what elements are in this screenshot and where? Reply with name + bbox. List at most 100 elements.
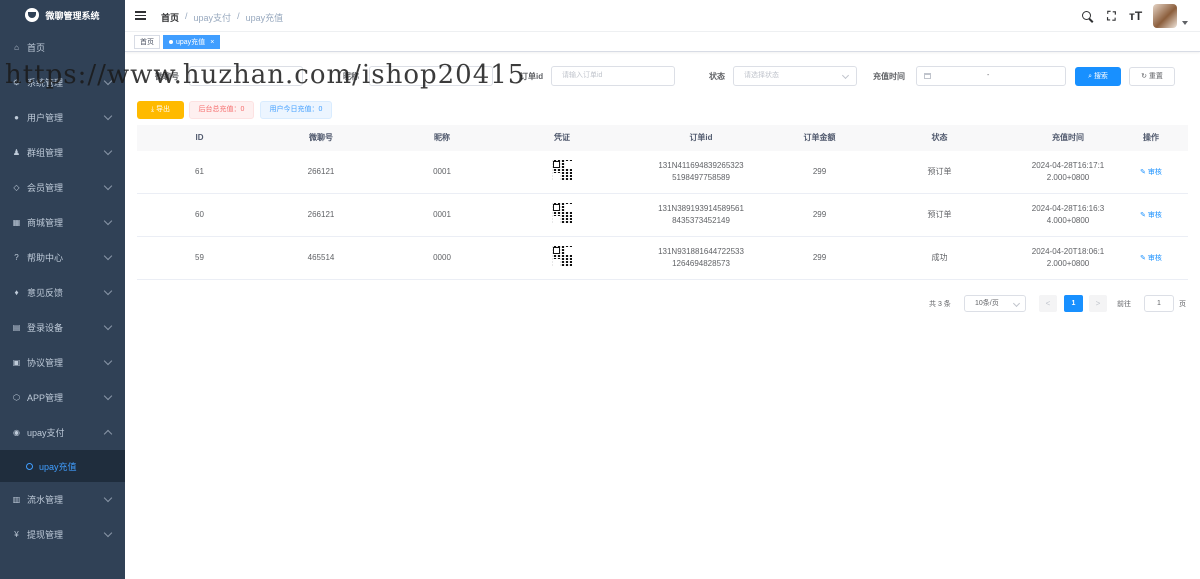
cell-time: 2024-04-28T16:16:3 4.000+0800 — [1022, 203, 1114, 227]
time-line: 2.000+0800 — [1046, 259, 1090, 268]
search-form: 微聊号 昵称 订单id 请输入订单id 状态 请选择状态 充值时间 - ⌕ 搜索… — [125, 66, 1200, 86]
breadcrumb-separator: / — [185, 11, 188, 21]
date-separator: - — [987, 72, 990, 79]
avatar[interactable] — [1153, 4, 1177, 28]
chevron-up-icon — [103, 429, 113, 439]
sidebar-item-label: 系统管理 — [27, 78, 64, 88]
cell-status: 预订单 — [927, 210, 952, 219]
search-button[interactable]: ⌕ 搜索 — [1075, 67, 1121, 86]
cell-nickname: 0000 — [433, 253, 451, 262]
breadcrumb-current: upay充值 — [245, 13, 284, 23]
cell-nickname: 0001 — [433, 210, 451, 219]
review-button[interactable]: ✎ 审核 — [1140, 212, 1162, 219]
sidebar-item-label: 帮助中心 — [27, 253, 64, 263]
cell-time: 2024-04-28T16:17:1 2.000+0800 — [1022, 160, 1114, 184]
yen-icon: ¥ — [14, 530, 19, 539]
sidebar-item-label: 登录设备 — [27, 323, 64, 333]
sidebar-item[interactable]: ⚙ 系统管理 — [0, 65, 125, 100]
sidebar-item[interactable]: ¥ 提现管理 — [0, 517, 125, 552]
hamburger-icon[interactable] — [135, 11, 146, 20]
order-id-input[interactable]: 请输入订单id — [551, 66, 675, 86]
tags-view: 首页 upay充值 × — [125, 32, 1200, 52]
fullscreen-icon[interactable]: ⛶ — [1105, 9, 1118, 23]
chevron-down-icon — [103, 286, 113, 296]
sidebar-item[interactable]: ▤ 登录设备 — [0, 310, 125, 345]
header-wechat-id: 微聊号 — [309, 133, 333, 142]
reset-button[interactable]: ↻ 重置 — [1129, 67, 1175, 86]
sidebar-item[interactable]: ♦ 意见反馈 — [0, 275, 125, 310]
tag-upay-recharge[interactable]: upay充值 × — [163, 35, 221, 49]
member-icon: ◇ — [13, 183, 20, 192]
close-icon[interactable]: × — [210, 39, 214, 46]
font-size-icon[interactable]: тT — [1129, 9, 1142, 23]
page-number-current[interactable]: 1 — [1064, 295, 1083, 312]
export-button[interactable]: ⤓ 导出 — [137, 101, 184, 119]
breadcrumb-home[interactable]: 首页 — [161, 11, 179, 24]
cell-order-id: 131N389193914589561 8435373452149 — [620, 203, 782, 227]
sidebar-menu: ⌂ 首页 ⚙ 系统管理 ● 用户管理 ♟ 群组管理 ◇ 会员管理 ▦ 商城管理? 帮助中心 ♦ 意见反馈 ▤ 登… — [0, 30, 125, 552]
today-total-badge: 用户今日充值：0 — [260, 101, 332, 119]
sidebar-item-label: 首页 — [27, 43, 46, 53]
sidebar-item[interactable]: ▦ 商城管理 — [0, 205, 125, 240]
cell-status: 成功 — [931, 253, 948, 262]
user-icon: ● — [14, 113, 19, 122]
feedback-icon: ♦ — [14, 288, 19, 297]
header-order-id: 订单id — [689, 133, 713, 142]
sidebar-item[interactable]: ▥ 流水管理 — [0, 482, 125, 517]
cell-amount: 299 — [812, 253, 827, 262]
prev-page-button[interactable]: < — [1039, 295, 1057, 312]
cell-wechat-id: 266121 — [307, 167, 335, 176]
page-size-select[interactable]: 10条/页 — [964, 295, 1026, 312]
qr-code-image[interactable] — [552, 203, 572, 223]
wechat-id-input[interactable] — [189, 66, 303, 86]
qr-code-image[interactable] — [552, 160, 572, 180]
review-label: 审核 — [1147, 168, 1162, 176]
header-actions: 操作 — [1143, 133, 1159, 142]
recharge-table: ID 微聊号 昵称 凭证 订单id 订单金额 状态 充值时间 操作 61 2661… — [137, 125, 1188, 280]
sidebar-item[interactable]: ♟ 群组管理 — [0, 135, 125, 170]
sidebar-item[interactable]: ⬡ APP管理 — [0, 380, 125, 415]
cell-nickname: 0001 — [433, 167, 451, 176]
sidebar-item-label: 提现管理 — [27, 530, 64, 540]
sidebar-item[interactable]: ⌂ 首页 — [0, 30, 125, 65]
time-line: 2024-04-28T16:17:1 — [1031, 161, 1105, 170]
order-id-line: 8435373452149 — [672, 216, 730, 225]
qr-code-image[interactable] — [552, 246, 572, 266]
goto-page-input[interactable]: 1 — [1144, 295, 1174, 312]
chevron-down-icon — [103, 146, 113, 156]
chevron-down-icon — [841, 71, 850, 80]
order-id-line: 131N389193914589561 — [658, 204, 744, 213]
review-button[interactable]: ✎ 审核 — [1140, 255, 1162, 262]
cell-amount: 299 — [812, 210, 827, 219]
sidebar-subitem-upay-recharge[interactable]: upay充值 — [0, 450, 125, 482]
date-range-picker[interactable]: - — [916, 66, 1066, 86]
sidebar-item-label: upay支付 — [27, 428, 65, 438]
order-id-label: 订单id — [520, 72, 544, 81]
review-button[interactable]: ✎ 审核 — [1140, 169, 1162, 176]
sidebar-item[interactable]: ? 帮助中心 — [0, 240, 125, 275]
status-select[interactable]: 请选择状态 — [733, 66, 857, 86]
device-icon: ▤ — [12, 323, 21, 332]
review-label: 审核 — [1147, 254, 1162, 262]
tag-home[interactable]: 首页 — [134, 35, 160, 49]
sidebar-item[interactable]: ▣ 协议管理 — [0, 345, 125, 380]
caret-down-icon[interactable] — [1182, 21, 1188, 25]
nickname-input[interactable] — [369, 66, 493, 86]
sidebar-item[interactable]: ◇ 会员管理 — [0, 170, 125, 205]
cell-voucher — [504, 246, 620, 270]
cell-amount: 299 — [812, 167, 827, 176]
chevron-down-icon — [103, 181, 113, 191]
sidebar-item[interactable]: ◉ upay支付 — [0, 415, 125, 450]
chevron-down-icon — [103, 391, 113, 401]
cell-id: 61 — [195, 167, 204, 176]
sidebar-item[interactable]: ● 用户管理 — [0, 100, 125, 135]
next-page-button[interactable]: > — [1089, 295, 1107, 312]
table-body: 61 266121 0001 131N411694839265323 519849775… — [137, 151, 1188, 280]
time-line: 2.000+0800 — [1046, 173, 1090, 182]
header-amount: 订单金额 — [803, 133, 836, 142]
search-icon[interactable] — [1081, 10, 1094, 23]
active-dot-icon — [169, 40, 173, 45]
table-row: 60 266121 0001 131N389193914589561 843537345… — [137, 194, 1188, 237]
circle-icon — [26, 462, 33, 470]
time-line: 2024-04-28T16:16:3 — [1031, 204, 1105, 213]
